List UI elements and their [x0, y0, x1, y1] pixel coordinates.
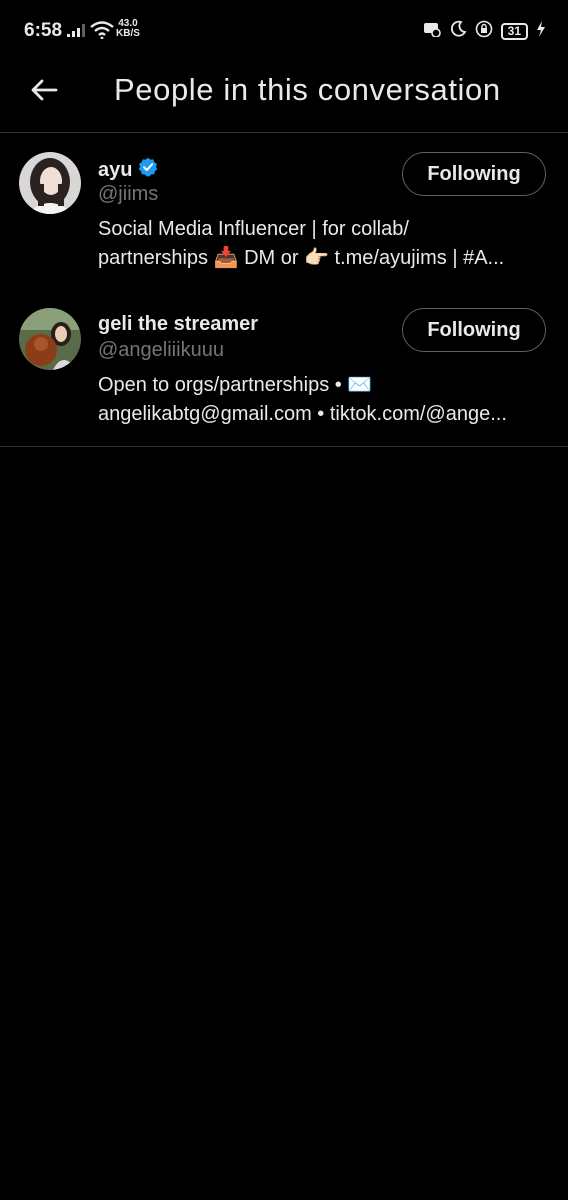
user-name-text: geli the streamer	[98, 313, 259, 335]
list-divider	[0, 446, 568, 447]
people-list: ayu @jiims Social Media Influencer | for…	[0, 133, 568, 446]
network-speed-unit: KB/S	[116, 28, 140, 39]
user-bio: Open to orgs/partnerships • ✉️ angelikab…	[98, 371, 546, 429]
user-name[interactable]: geli the streamer	[98, 313, 258, 336]
network-speed: 43.0 KB/S	[116, 19, 140, 39]
verified-badge-icon	[138, 157, 158, 183]
back-button[interactable]	[26, 74, 62, 110]
avatar[interactable]	[19, 152, 81, 214]
moon-icon	[449, 20, 467, 43]
following-button[interactable]: Following	[402, 308, 546, 352]
bio-line: angelikabtg@gmail.com • tiktok.com/@ange…	[98, 403, 507, 425]
following-button[interactable]: Following	[402, 152, 546, 196]
user-name[interactable]: ayu	[98, 157, 158, 183]
list-item[interactable]: geli the streamer @angeliiikuuu Open to …	[0, 289, 568, 446]
page-title: People in this conversation	[114, 72, 501, 107]
arrow-left-icon	[30, 78, 58, 107]
wifi-icon	[90, 21, 114, 44]
list-item[interactable]: ayu @jiims Social Media Influencer | for…	[0, 133, 568, 289]
user-bio: Social Media Influencer | for collab/ pa…	[98, 215, 546, 273]
status-time: 6:58	[24, 20, 63, 41]
status-icons-right: 31	[423, 20, 546, 43]
page-header: People in this conversation	[0, 60, 568, 133]
lock-rotation-icon	[475, 20, 493, 43]
charging-icon	[536, 21, 546, 42]
bio-line: Social Media Influencer | for collab/	[98, 218, 409, 240]
notification-icon	[423, 21, 441, 42]
bio-line: partnerships 📥 DM or 👉🏻 t.me/ayujims | #…	[98, 247, 505, 269]
cell-signal-icon	[67, 24, 85, 42]
user-handle: @angeliiikuuu	[98, 339, 224, 361]
user-handle: @jiims	[98, 183, 159, 205]
bio-line: Open to orgs/partnerships • ✉️	[98, 374, 373, 396]
battery-level: 31	[500, 23, 528, 40]
status-bar: 6:58 43.0 KB/S 31	[0, 0, 568, 60]
avatar[interactable]	[19, 308, 81, 370]
user-name-text: ayu	[98, 158, 133, 181]
